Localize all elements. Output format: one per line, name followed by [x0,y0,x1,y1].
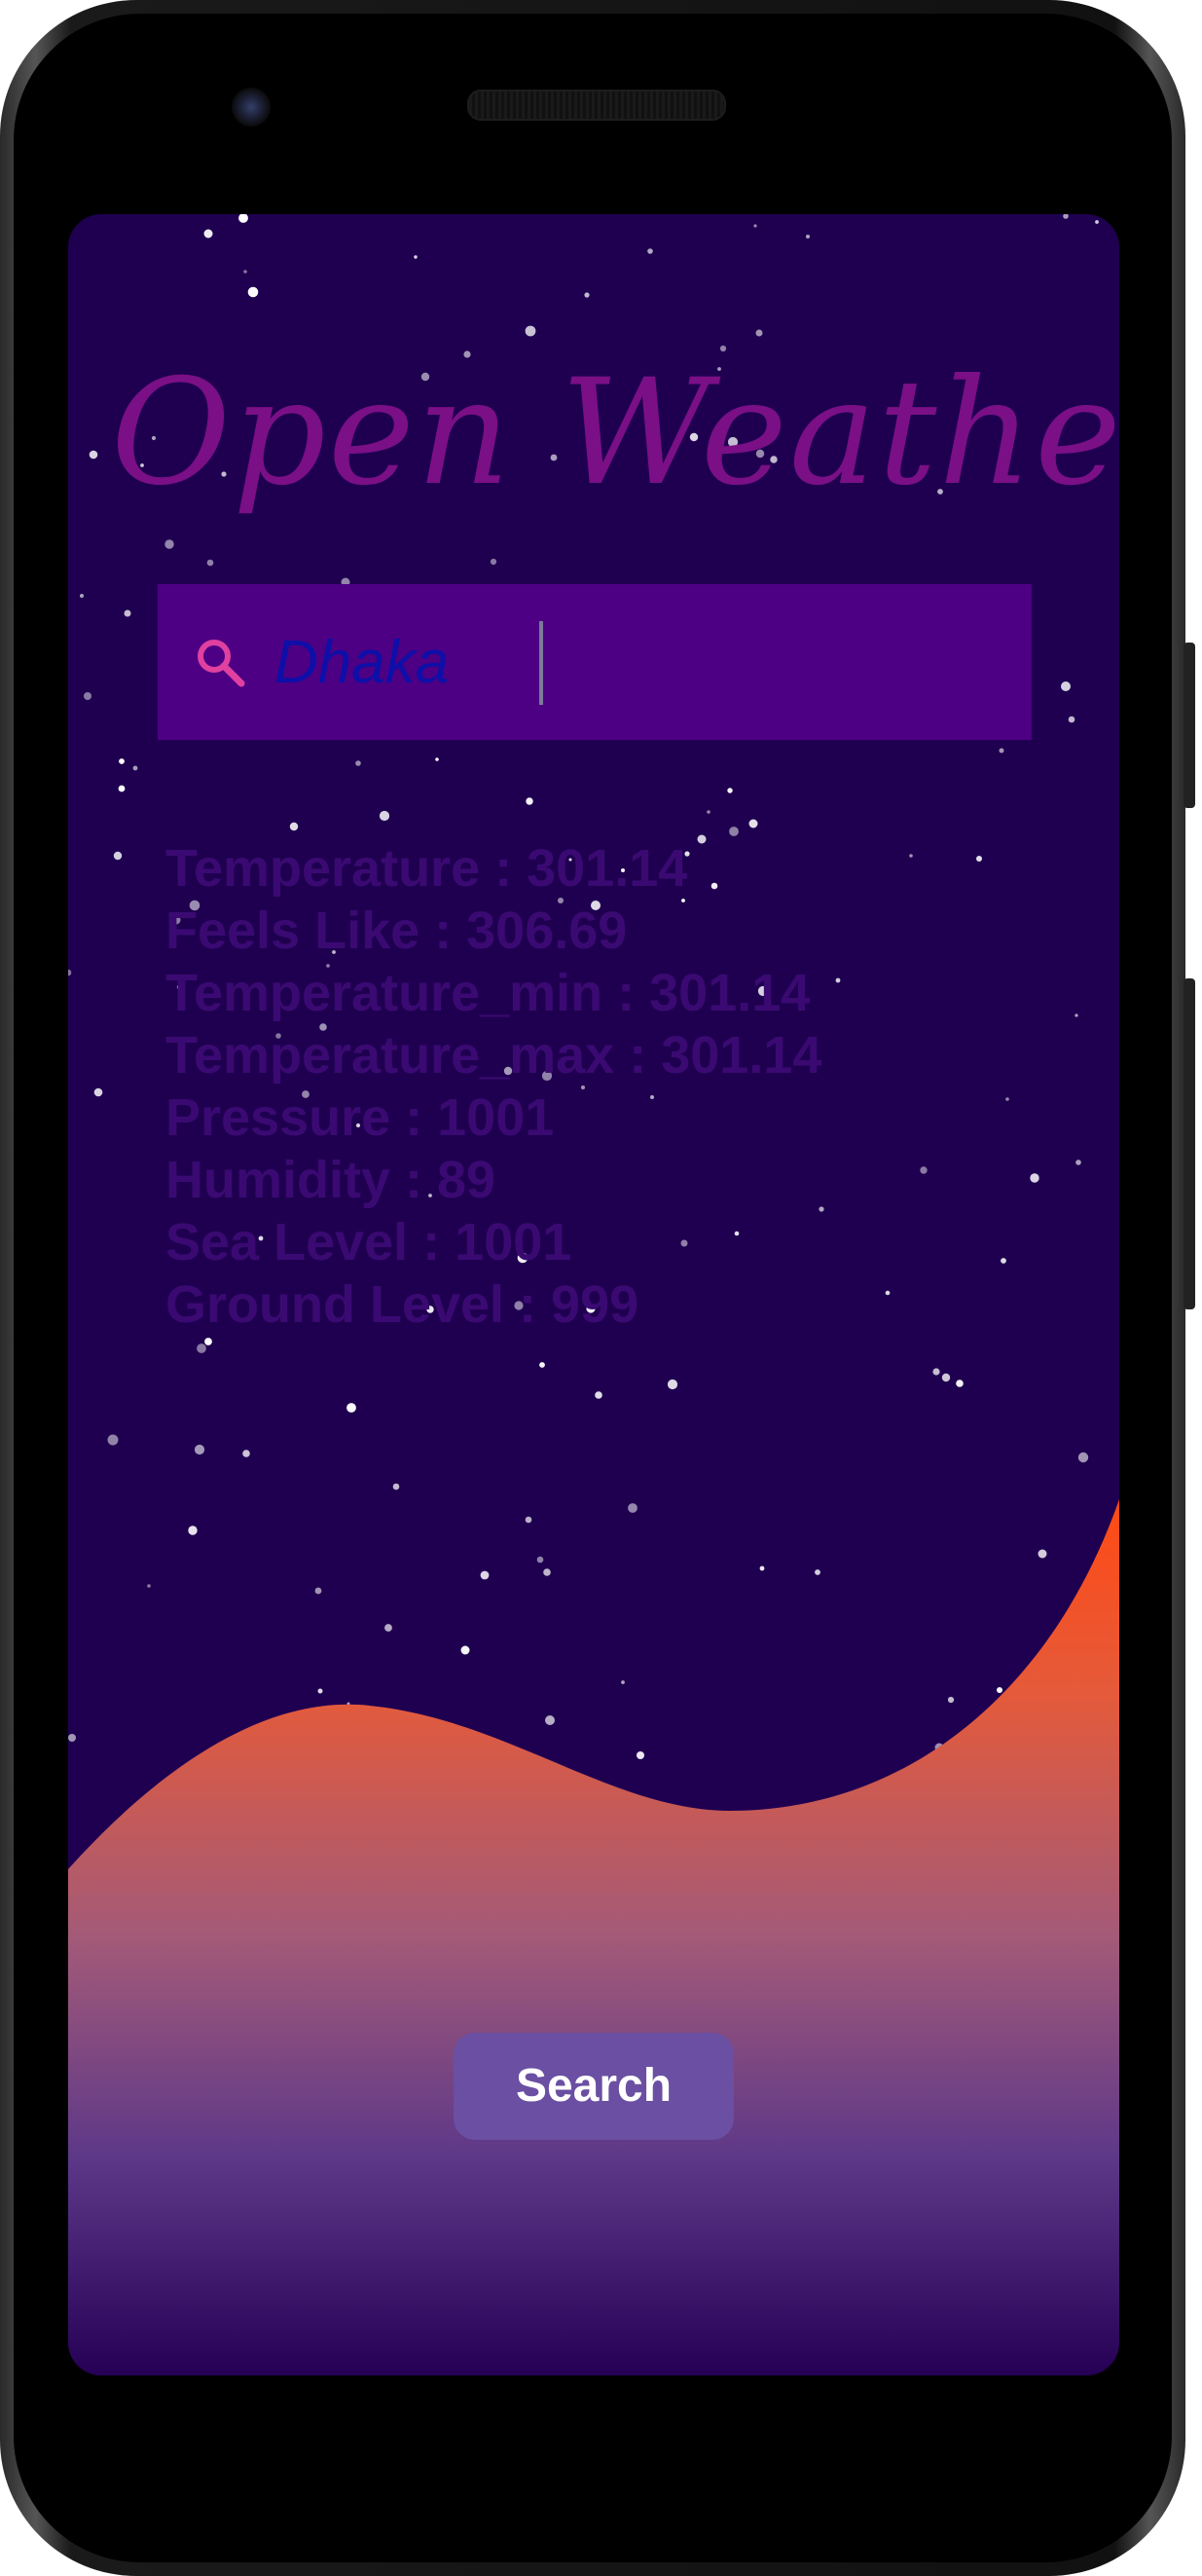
weather-details: Temperature : 301.14 Feels Like : 306.69… [165,837,821,1336]
power-button [1184,643,1195,808]
text-cursor [539,621,543,705]
pressure-value: Pressure : 1001 [165,1088,555,1147]
search-button[interactable]: Search [454,2033,734,2140]
volume-button [1184,978,1195,1309]
sea-level-value: Sea Level : 1001 [165,1213,572,1271]
earpiece-speaker [467,90,726,121]
city-search-input[interactable] [274,613,995,711]
humidity-value: Humidity : 89 [165,1151,496,1209]
search-icon[interactable] [193,635,251,693]
search-bar[interactable] [158,584,1032,740]
app-title: Open Weather [111,349,1119,518]
temperature-max-value: Temperature_max : 301.14 [165,1026,822,1085]
front-camera [232,88,271,127]
temperature-min-value: Temperature_min : 301.14 [165,964,811,1022]
ground-level-value: Ground Level : 999 [165,1275,639,1334]
app-screen: Open Weather Temperature : 301.14 Feels … [68,214,1119,2375]
phone-frame: Open Weather Temperature : 301.14 Feels … [0,0,1195,2576]
feels-like-value: Feels Like : 306.69 [165,902,628,960]
temperature-value: Temperature : 301.14 [165,839,688,898]
